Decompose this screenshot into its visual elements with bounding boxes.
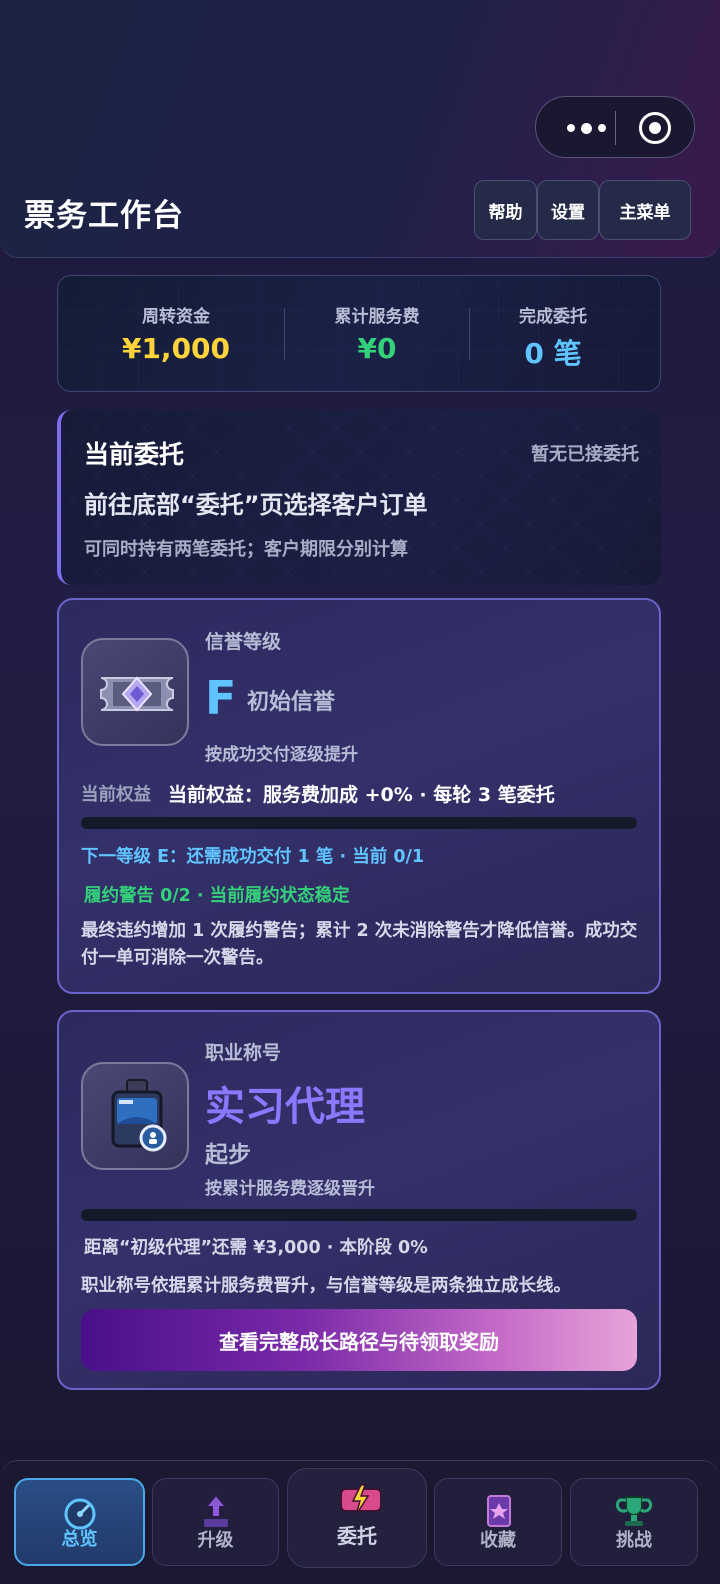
more-dots-icon[interactable] xyxy=(558,111,614,145)
id-badge-icon xyxy=(81,1062,189,1170)
stats-panel: 周转资金 ¥1,000 累计服务费 ¥0 完成委托 0 笔 xyxy=(57,275,661,392)
career-rule-text: 职业称号依据累计服务费晋升，与信誉等级是两条独立成长线。 xyxy=(81,1276,571,1296)
commission-status: 暂无已接委托 xyxy=(531,444,639,465)
main-menu-button[interactable]: 主菜单 xyxy=(599,180,691,240)
credit-progress-bar xyxy=(81,817,637,829)
tab-challenge[interactable]: 挑战 xyxy=(570,1478,698,1566)
credit-level-card: 信誉等级 F 初始信誉 按成功交付逐级提升 当前权益 当前权益：服务费加成 +0… xyxy=(57,598,661,994)
stat-funds: 周转资金 ¥1,000 xyxy=(76,276,276,391)
tab-label: 挑战 xyxy=(616,1530,652,1551)
tab-upgrade[interactable]: 升级 xyxy=(152,1478,279,1566)
credit-rule-text: 最终违约增加 1 次履约警告；累计 2 次未消除警告才降低信誉。成功交付一单可消… xyxy=(81,921,638,968)
tab-label: 收藏 xyxy=(480,1530,516,1551)
credit-grade-name: 初始信誉 xyxy=(247,690,336,715)
tab-overview[interactable]: 总览 xyxy=(14,1478,145,1566)
mini-program-capsule xyxy=(535,96,695,158)
credit-grade: F xyxy=(205,671,237,725)
career-subtitle: 按累计服务费逐级晋升 xyxy=(205,1179,375,1199)
stat-label: 周转资金 xyxy=(142,307,210,327)
upgrade-arrow-icon xyxy=(203,1493,228,1527)
career-next-text: 距离“初级代理”还需 ¥3,000 · 本阶段 0% xyxy=(84,1238,428,1258)
stat-label: 完成委托 xyxy=(519,307,587,327)
stat-value: ¥0 xyxy=(357,332,397,365)
benefit-label: 当前权益 xyxy=(81,785,151,805)
tab-collection[interactable]: 收藏 xyxy=(434,1478,562,1566)
page-title: 票务工作台 xyxy=(24,198,184,234)
career-title-card: 职业称号 实习代理 起步 按累计服务费逐级晋升 距离“初级代理”还需 ¥3,00… xyxy=(57,1010,661,1390)
warning-text: 履约警告 0/2 · 当前履约状态稳定 xyxy=(84,886,350,906)
credit-label: 信誉等级 xyxy=(205,631,282,653)
career-stage: 起步 xyxy=(205,1142,251,1168)
career-label: 职业称号 xyxy=(205,1042,282,1064)
tab-label: 委托 xyxy=(337,1524,377,1548)
next-level-text: 下一等级 E：还需成功交付 1 笔 · 当前 0/1 xyxy=(81,847,425,867)
credit-subtitle: 按成功交付逐级提升 xyxy=(205,745,358,765)
growth-path-rewards-button[interactable]: 查看完整成长路径与待领取奖励 xyxy=(81,1309,637,1371)
current-commission-card: 当前委托 暂无已接委托 前往底部“委托”页选择客户订单 可同时持有两笔委托；客户… xyxy=(57,410,661,585)
trophy-icon xyxy=(615,1496,653,1526)
stat-service-fee: 累计服务费 ¥0 xyxy=(277,276,477,391)
tab-label: 升级 xyxy=(197,1530,234,1551)
stat-value: 0 笔 xyxy=(524,337,582,370)
help-button[interactable]: 帮助 xyxy=(474,180,537,240)
stat-completed: 完成委托 0 笔 xyxy=(453,276,653,391)
commission-headline: 前往底部“委托”页选择客户订单 xyxy=(84,491,428,519)
stat-value: ¥1,000 xyxy=(121,332,231,365)
stat-label: 累计服务费 xyxy=(334,307,420,327)
tab-commission[interactable]: 委托 xyxy=(287,1468,427,1568)
ticket-bolt-icon xyxy=(340,1484,381,1516)
ticket-badge-icon xyxy=(81,638,189,746)
career-title: 实习代理 xyxy=(205,1084,365,1130)
capsule-divider xyxy=(615,111,616,145)
settings-button[interactable]: 设置 xyxy=(537,180,599,240)
commission-note: 可同时持有两笔委托；客户期限分别计算 xyxy=(84,539,408,560)
tab-label: 总览 xyxy=(61,1529,98,1550)
close-target-icon[interactable] xyxy=(639,112,671,144)
benefit-text: 当前权益：服务费加成 +0% · 每轮 3 笔委托 xyxy=(168,784,555,806)
career-progress-bar xyxy=(81,1209,637,1221)
collection-card-icon xyxy=(487,1495,511,1527)
app-header: 票务工作台 帮助 设置 主菜单 xyxy=(0,0,720,258)
current-commission-title: 当前委托 xyxy=(84,440,185,469)
